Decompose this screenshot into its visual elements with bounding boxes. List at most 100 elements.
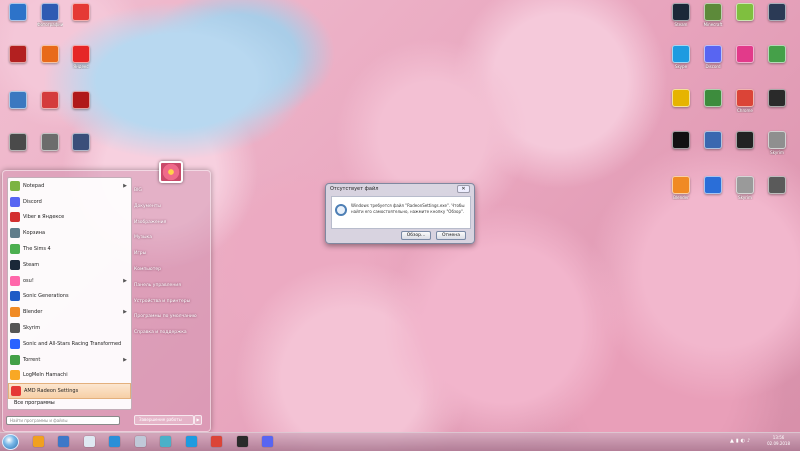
desktop-icon[interactable] <box>5 133 31 152</box>
start-place-item[interactable]: Программы по умолчанию <box>131 309 211 325</box>
program-item[interactable]: Sonic Generations <box>8 289 131 305</box>
desktop-icon[interactable] <box>700 176 726 195</box>
app-icon <box>134 435 146 447</box>
desktop-icon[interactable] <box>764 45 790 64</box>
taskbar-app-button[interactable] <box>79 433 99 449</box>
desktop-icon[interactable]: Skyrim <box>764 131 790 155</box>
app-icon <box>32 435 44 447</box>
program-icon <box>10 259 20 270</box>
taskbar-app-button[interactable] <box>54 433 74 449</box>
program-item[interactable]: Корзина <box>8 225 131 241</box>
desktop-icon[interactable] <box>764 89 790 108</box>
start-place-item[interactable]: Изображения <box>131 215 211 231</box>
program-label: Steam <box>23 261 40 268</box>
desktop-icon[interactable] <box>68 3 94 22</box>
desktop-icon[interactable] <box>700 89 726 108</box>
app-icon <box>72 3 90 21</box>
search-icon <box>335 204 347 216</box>
desktop-icon-label: Skyrim <box>738 195 752 200</box>
place-label: Справка и поддержка <box>134 330 187 336</box>
clock[interactable]: 13:56 02.09.2018 <box>767 435 790 446</box>
shutdown-options-button[interactable]: ▶ <box>194 415 202 425</box>
app-icon <box>768 176 786 194</box>
desktop-icon[interactable] <box>700 131 726 150</box>
program-item[interactable]: Steam <box>8 257 131 273</box>
desktop-icon[interactable] <box>37 133 63 152</box>
desktop-icon[interactable]: Chrome <box>732 89 758 113</box>
program-item[interactable]: The Sims 4 <box>8 241 131 257</box>
browse-button[interactable]: Обзор... <box>401 231 431 240</box>
place-label: Изображения <box>134 219 167 225</box>
app-icon <box>109 435 120 447</box>
desktop-icon[interactable] <box>732 3 758 22</box>
start-place-item[interactable]: Игры <box>131 246 211 262</box>
start-place-item[interactable]: Документы <box>131 199 211 215</box>
dialog-close-button[interactable]: ✕ <box>457 185 470 193</box>
start-search-input[interactable]: Найти программы и файлы <box>6 416 120 425</box>
program-item[interactable]: Torrent ▶ <box>8 352 131 368</box>
chevron-right-icon: ▶ <box>123 182 127 189</box>
desktop-icon[interactable] <box>732 45 758 64</box>
desktop-icon[interactable]: Blender <box>668 176 694 200</box>
desktop-icon[interactable]: Steam <box>668 3 694 27</box>
start-place-item[interactable]: BIG <box>131 183 211 199</box>
desktop-icon[interactable] <box>68 91 94 110</box>
app-icon <box>768 131 786 149</box>
program-label: The Sims 4 <box>23 246 51 253</box>
program-item[interactable]: Viber в Яндексе <box>8 210 131 226</box>
start-place-item[interactable]: Справка и поддержка <box>131 325 211 341</box>
taskbar-app-button[interactable] <box>28 433 48 449</box>
desktop-icon[interactable] <box>37 45 63 64</box>
program-item[interactable]: Blender ▶ <box>8 304 131 320</box>
system-tray[interactable]: ▲ ▮ ◐ ♪ <box>730 438 760 446</box>
app-icon <box>672 176 690 194</box>
all-programs-button[interactable]: Все программы <box>4 397 129 409</box>
desktop-icon[interactable] <box>764 3 790 22</box>
program-item[interactable]: Sonic and All-Stars Racing Transformed <box>8 336 131 352</box>
program-label: Корзина <box>23 230 46 237</box>
start-place-item[interactable]: Устройства и принтеры <box>131 294 211 310</box>
desktop-icon[interactable]: Skype <box>668 45 694 69</box>
start-place-item[interactable]: Музыка <box>131 230 211 246</box>
desktop-icon[interactable] <box>668 89 694 108</box>
app-icon <box>211 435 222 447</box>
program-item[interactable]: Skyrim <box>8 320 131 336</box>
desktop-icon[interactable]: Фотографии <box>37 3 63 27</box>
program-item[interactable]: Notepad ▶ <box>8 178 131 194</box>
desktop-icon[interactable] <box>68 133 94 152</box>
app-icon <box>9 3 27 21</box>
desktop-icon[interactable]: Discord <box>700 45 726 69</box>
program-item[interactable]: osu! ▶ <box>8 273 131 289</box>
cancel-button[interactable]: Отмена <box>436 231 466 240</box>
desktop-icon[interactable] <box>732 131 758 150</box>
taskbar-app-button[interactable] <box>181 433 201 449</box>
desktop-icon[interactable] <box>5 45 31 64</box>
taskbar-app-button[interactable] <box>130 433 150 449</box>
taskbar-app-button[interactable] <box>105 433 125 449</box>
start-place-item[interactable]: Панель управления <box>131 278 211 294</box>
program-item[interactable]: LogMeIn Hamachi <box>8 368 131 384</box>
desktop-icon[interactable] <box>764 176 790 195</box>
desktop-icon[interactable] <box>5 3 31 22</box>
taskbar-app-button[interactable] <box>207 433 227 449</box>
app-icon <box>672 3 690 21</box>
desktop-icon-label: Minecraft <box>703 22 723 27</box>
taskbar-app-button[interactable] <box>156 433 176 449</box>
desktop-icon[interactable] <box>5 91 31 110</box>
desktop-icon[interactable]: Skyrim <box>732 176 758 200</box>
desktop-icon[interactable] <box>37 91 63 110</box>
taskbar-app-button[interactable] <box>258 433 278 449</box>
desktop-icon[interactable]: Яндекс <box>68 45 94 69</box>
missing-file-dialog: Отсутствует файл ✕ Windows требуется фай… <box>325 183 475 244</box>
program-item[interactable]: Discord <box>8 194 131 210</box>
user-avatar[interactable] <box>159 161 183 183</box>
desktop-icon[interactable] <box>668 131 694 150</box>
start-place-item[interactable]: Компьютер <box>131 262 211 278</box>
tray-icon: ▲ <box>730 438 734 444</box>
start-button[interactable] <box>2 434 19 450</box>
desktop-icon[interactable]: Minecraft <box>700 3 726 27</box>
place-label: Программы по умолчанию <box>134 314 197 320</box>
app-icon <box>736 45 754 63</box>
taskbar-app-button[interactable] <box>232 433 252 449</box>
shutdown-button[interactable]: Завершение работы <box>134 415 194 425</box>
